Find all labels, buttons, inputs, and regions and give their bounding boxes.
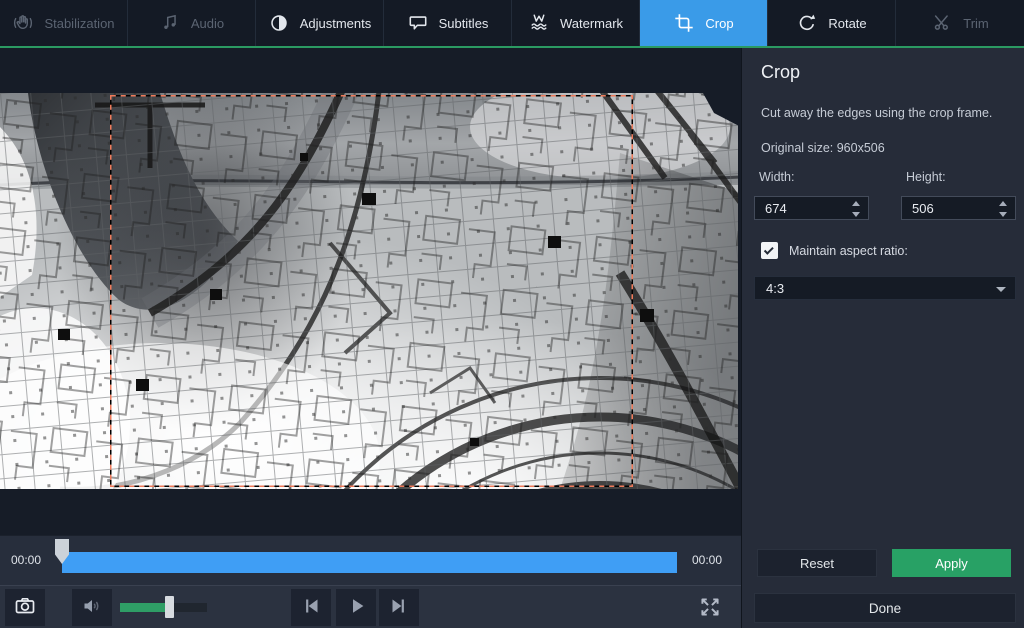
aspect-ratio-dropdown[interactable]: 4:3 [754,276,1016,300]
apply-button[interactable]: Apply [892,549,1011,577]
tab-label: Subtitles [439,16,489,31]
tab-trim[interactable]: Trim [896,0,1024,46]
height-input[interactable] [902,197,984,219]
tab-watermark[interactable]: Watermark [512,0,640,46]
chevron-down-icon [996,287,1006,292]
stepper-up-icon[interactable] [852,201,860,206]
width-stepper[interactable] [852,201,862,217]
panel-description: Cut away the edges using the crop frame. [761,106,992,120]
speech-bubble-icon [407,12,429,34]
height-stepper[interactable] [999,201,1009,217]
mute-button[interactable] [72,589,112,626]
crop-settings-panel: Crop Cut away the edges using the crop f… [741,48,1024,628]
aspect-ratio-value: 4:3 [766,281,784,296]
progress-bar[interactable] [62,552,677,573]
stepper-up-icon[interactable] [999,201,1007,206]
play-icon [344,594,368,621]
width-field-wrap [754,196,869,220]
snapshot-camera-icon [13,594,37,621]
volume-icon [80,594,104,621]
tab-label: Audio [191,16,224,31]
tab-rotate[interactable]: Rotate [768,0,896,46]
tab-audio[interactable]: Audio [128,0,256,46]
width-label: Width: [759,170,794,184]
tab-adjustments[interactable]: Adjustments [256,0,384,46]
seek-timeline: 00:00 00:00 [0,535,741,585]
width-input[interactable] [755,197,837,219]
next-frame-button[interactable] [379,589,419,626]
elapsed-time: 00:00 [11,553,41,567]
original-size-text: Original size: 960x506 [761,141,885,155]
tab-label: Crop [705,16,733,31]
tab-crop[interactable]: Crop [640,0,768,46]
rotate-icon [796,12,818,34]
snapshot-button[interactable] [5,589,45,626]
height-label: Height: [906,170,946,184]
crop-icon [673,12,695,34]
fullscreen-button[interactable] [695,594,725,622]
fullscreen-icon [697,608,723,623]
volume-fill [120,603,170,612]
maintain-aspect-checkbox-row[interactable]: Maintain aspect ratio: [761,242,908,259]
video-preview-area: 00:00 00:00 [0,48,741,628]
stepper-down-icon[interactable] [999,212,1007,217]
volume-slider-handle[interactable] [165,596,174,618]
tab-label: Rotate [828,16,866,31]
tab-label: Stabilization [44,16,114,31]
music-note-icon [159,12,181,34]
hand-icon [12,12,34,34]
scissors-icon [931,12,953,34]
volume-slider[interactable] [120,603,207,612]
tab-label: Trim [963,16,989,31]
done-button[interactable]: Done [754,593,1016,623]
height-field-wrap [901,196,1016,220]
toolbar: Stabilization Audio Adjustments Subtitle… [0,0,1024,46]
reset-button[interactable]: Reset [757,549,877,577]
watermark-icon [528,12,550,34]
next-frame-icon [387,594,411,621]
playback-controls-bar [0,585,741,628]
maintain-aspect-label: Maintain aspect ratio: [789,244,908,258]
stepper-down-icon[interactable] [852,212,860,217]
previous-frame-button[interactable] [291,589,331,626]
maintain-aspect-checkbox[interactable] [761,242,778,259]
contrast-icon [268,12,290,34]
play-button[interactable] [336,589,376,626]
panel-title: Crop [761,62,800,83]
tab-label: Adjustments [300,16,372,31]
tab-subtitles[interactable]: Subtitles [384,0,512,46]
tab-stabilization[interactable]: Stabilization [0,0,128,46]
previous-frame-icon [299,594,323,621]
total-time: 00:00 [692,553,722,567]
checkmark-icon [764,245,774,255]
crop-frame[interactable] [110,95,633,487]
tab-label: Watermark [560,16,623,31]
